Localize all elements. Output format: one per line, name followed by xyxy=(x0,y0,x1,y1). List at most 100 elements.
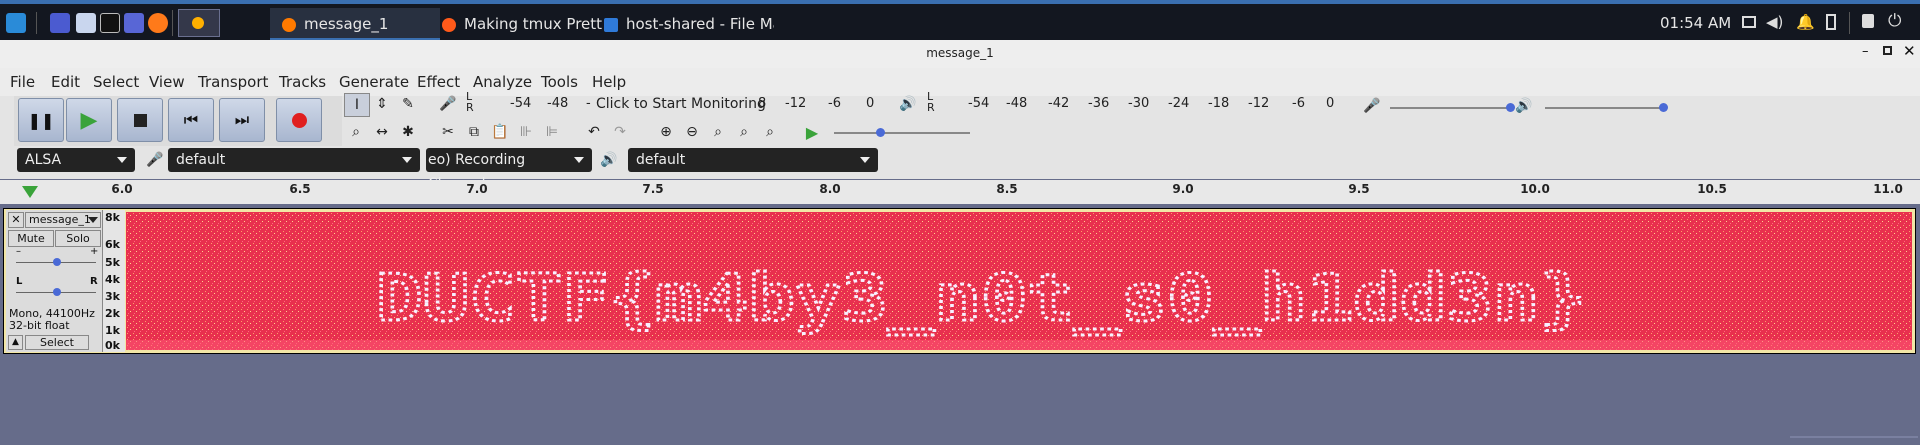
multi-tool-icon[interactable]: ✱ xyxy=(396,121,420,143)
skip-end-button[interactable]: ⏭ xyxy=(219,98,265,142)
battery-icon[interactable] xyxy=(1826,14,1836,30)
zoom-in-icon[interactable]: ⊕ xyxy=(654,121,678,143)
slider-thumb[interactable] xyxy=(53,288,61,296)
pause-button[interactable]: ❚❚ xyxy=(18,98,64,142)
skip-start-icon: ⏮ xyxy=(183,110,199,129)
divider xyxy=(172,10,173,36)
recording-device-value: default xyxy=(176,152,226,168)
silence-icon[interactable]: ⊫ xyxy=(540,121,564,143)
envelope-tool-icon[interactable]: ⇕ xyxy=(370,93,394,115)
pan-slider[interactable] xyxy=(16,288,96,296)
zoom-tool-icon[interactable]: ⌕ xyxy=(344,121,368,143)
task-firefox[interactable]: Making tmux Pretty and ... xyxy=(442,9,602,39)
collapse-icon[interactable]: ▲ xyxy=(8,335,23,350)
playback-volume-slider[interactable] xyxy=(1545,103,1668,112)
menu-tools[interactable]: Tools xyxy=(541,73,578,91)
recording-volume-slider[interactable] xyxy=(1390,103,1515,112)
menu-view[interactable]: View xyxy=(149,73,185,91)
playback-scale-tick: -30 xyxy=(1128,96,1150,111)
zoom-out-icon[interactable]: ⊖ xyxy=(680,121,704,143)
chevron-down-icon xyxy=(402,157,412,163)
lock-icon[interactable] xyxy=(1862,14,1874,28)
task-file-manager[interactable]: host-shared - File Mana... xyxy=(604,9,774,39)
task-title: Making tmux Pretty and ... xyxy=(464,15,602,33)
ruler-label: 9.5 xyxy=(1348,182,1370,196)
clock[interactable]: 01:54 AM xyxy=(1660,14,1731,32)
cut-icon[interactable]: ✂ xyxy=(436,121,460,143)
workspace-switcher[interactable] xyxy=(178,9,220,37)
timeline-ruler[interactable]: 6.0 6.5 7.0 7.5 8.0 8.5 9.0 9.5 10.0 10.… xyxy=(0,180,1920,205)
notification-bell-icon[interactable]: 🔔 xyxy=(1796,13,1815,31)
slider-thumb[interactable] xyxy=(53,258,61,266)
undo-icon[interactable]: ↶ xyxy=(582,121,606,143)
power-icon[interactable]: ⏻ xyxy=(1888,11,1901,31)
selection-tool-icon[interactable]: I xyxy=(344,93,370,117)
playback-device-select[interactable]: default xyxy=(628,148,878,172)
fit-project-icon[interactable]: ⌕ xyxy=(732,121,756,143)
speaker-icon: 🔊 xyxy=(600,152,618,168)
menu-select[interactable]: Select xyxy=(93,73,139,91)
audio-host-select[interactable]: ALSA xyxy=(17,148,135,172)
trim-icon[interactable]: ⊪ xyxy=(514,121,538,143)
menu-transport[interactable]: Transport xyxy=(198,73,268,91)
zoom-toggle-icon[interactable]: ⌕ xyxy=(758,121,782,143)
play-speed-slider[interactable] xyxy=(834,128,970,137)
menu-tracks[interactable]: Tracks xyxy=(279,73,326,91)
track-name-menu[interactable]: message_1 xyxy=(25,212,101,228)
stop-button[interactable] xyxy=(117,98,163,142)
files-icon[interactable] xyxy=(76,13,96,33)
terminal-icon[interactable] xyxy=(100,13,120,33)
playback-scale-tick: -12 xyxy=(1248,96,1270,111)
menu-help[interactable]: Help xyxy=(592,73,626,91)
menu-file[interactable]: File xyxy=(10,73,35,91)
fit-selection-icon[interactable]: ⌕ xyxy=(706,121,730,143)
spectrogram[interactable]: DUCTF{m4by3_n0t_s0_h1dd3n} xyxy=(126,212,1912,350)
mute-button[interactable]: Mute xyxy=(8,230,54,247)
close-icon[interactable]: ✕ xyxy=(1903,42,1916,60)
timeshift-tool-icon[interactable]: ↔ xyxy=(370,121,394,143)
menu-effect[interactable]: Effect xyxy=(417,73,460,91)
menu-edit[interactable]: Edit xyxy=(51,73,80,91)
resize-handle[interactable] xyxy=(1790,436,1918,438)
playback-device-value: default xyxy=(636,152,686,168)
kali-menu-icon[interactable] xyxy=(6,13,26,33)
skip-start-button[interactable]: ⏮ xyxy=(168,98,214,142)
menu-generate[interactable]: Generate xyxy=(339,73,409,91)
ruler-label: 10.0 xyxy=(1520,182,1550,196)
recording-device-select[interactable]: default xyxy=(168,148,420,172)
task-audacity-label[interactable]: message_1 xyxy=(282,9,432,39)
ruler-label: 8.5 xyxy=(996,182,1018,196)
menu-analyze[interactable]: Analyze xyxy=(473,73,532,91)
slider-thumb[interactable] xyxy=(876,128,885,137)
copy-icon[interactable]: ⧉ xyxy=(462,121,486,143)
close-track-icon[interactable]: ✕ xyxy=(8,212,24,228)
speaker-icon[interactable]: 🔊 xyxy=(896,93,920,115)
play-head-icon[interactable] xyxy=(22,186,38,198)
firefox-icon[interactable] xyxy=(148,13,168,33)
chevron-down-icon xyxy=(88,217,98,223)
redo-icon[interactable]: ↷ xyxy=(608,121,632,143)
slider-thumb[interactable] xyxy=(1659,103,1668,112)
play-button[interactable]: ▶ xyxy=(66,98,112,142)
playback-scale-tick: -18 xyxy=(1208,96,1230,111)
freq-label: 8k xyxy=(105,211,120,224)
gain-slider[interactable] xyxy=(16,258,96,266)
recording-channels-select[interactable]: eo) Recording Channels xyxy=(426,148,592,192)
record-scale-tick: -6 xyxy=(828,96,841,111)
solo-button[interactable]: Solo xyxy=(55,230,101,247)
window-titlebar[interactable]: message_1 – ✕ xyxy=(0,40,1920,69)
select-track-button[interactable]: Select xyxy=(25,335,89,350)
screen-icon[interactable] xyxy=(124,13,144,33)
record-button[interactable] xyxy=(276,98,322,142)
monitor-hint[interactable]: Click to Start Monitoring xyxy=(596,96,766,112)
maximize-icon[interactable] xyxy=(1883,46,1892,55)
microphone-icon[interactable]: 🎤 xyxy=(436,93,460,115)
play-at-speed-icon[interactable]: ▶ xyxy=(800,121,824,143)
desktop-icon[interactable] xyxy=(50,13,70,33)
draw-tool-icon[interactable]: ✎ xyxy=(396,93,420,115)
volume-icon[interactable]: ◀) xyxy=(1766,13,1783,31)
audacity-icon xyxy=(192,17,204,29)
paste-icon[interactable]: 📋 xyxy=(488,121,512,143)
minimize-icon[interactable]: – xyxy=(1862,44,1869,59)
display-icon[interactable] xyxy=(1742,16,1756,28)
